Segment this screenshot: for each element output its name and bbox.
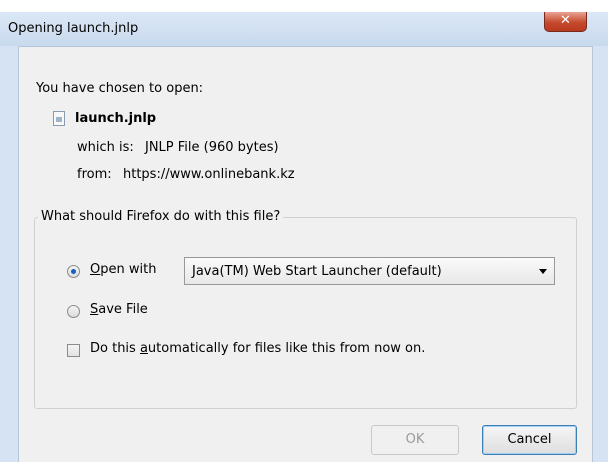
close-button[interactable]: ✕ <box>544 12 587 32</box>
file-source-label: from: <box>77 167 112 182</box>
ok-button[interactable]: OK <box>371 425 459 455</box>
intro-text: You have chosen to open: <box>36 81 204 96</box>
save-file-label-rest: ave File <box>98 302 148 317</box>
open-with-mnemonic: O <box>90 262 101 277</box>
auto-open-label-after: utomatically for files like this from no… <box>147 341 426 356</box>
cancel-button[interactable]: Cancel <box>482 425 577 455</box>
ok-button-label: OK <box>405 432 425 447</box>
save-file-label[interactable]: Save File <box>90 302 148 317</box>
open-with-app-select[interactable]: Java(TM) Web Start Launcher (default) <box>184 257 555 285</box>
file-type-label: which is: <box>77 140 134 155</box>
file-icon <box>53 111 65 126</box>
dialog-window: Opening launch.jnlp ✕ You have chosen to… <box>0 12 608 462</box>
dialog-body: You have chosen to open: launch.jnlp whi… <box>18 46 593 462</box>
file-name: launch.jnlp <box>75 111 157 126</box>
open-with-label[interactable]: Open with <box>90 262 156 277</box>
open-with-app-value: Java(TM) Web Start Launcher (default) <box>192 264 442 279</box>
auto-open-label-before: Do this <box>90 341 140 356</box>
auto-open-checkbox[interactable] <box>67 344 80 357</box>
title-bar[interactable]: Opening launch.jnlp ✕ <box>0 12 608 46</box>
cancel-button-label: Cancel <box>507 432 552 447</box>
action-group-label: What should Firefox do with this file? <box>38 209 284 224</box>
chevron-down-icon <box>539 269 547 274</box>
auto-open-label[interactable]: Do this automatically for files like thi… <box>90 341 425 356</box>
open-with-radio[interactable] <box>67 265 80 278</box>
save-file-radio[interactable] <box>67 305 80 318</box>
auto-open-mnemonic: a <box>139 341 148 356</box>
file-source-value: https://www.onlinebank.kz <box>123 167 295 182</box>
window-title: Opening launch.jnlp <box>8 21 139 36</box>
open-with-label-rest: pen with <box>100 262 157 277</box>
close-icon: ✕ <box>560 13 571 28</box>
file-type-value: JNLP File (960 bytes) <box>145 140 279 155</box>
